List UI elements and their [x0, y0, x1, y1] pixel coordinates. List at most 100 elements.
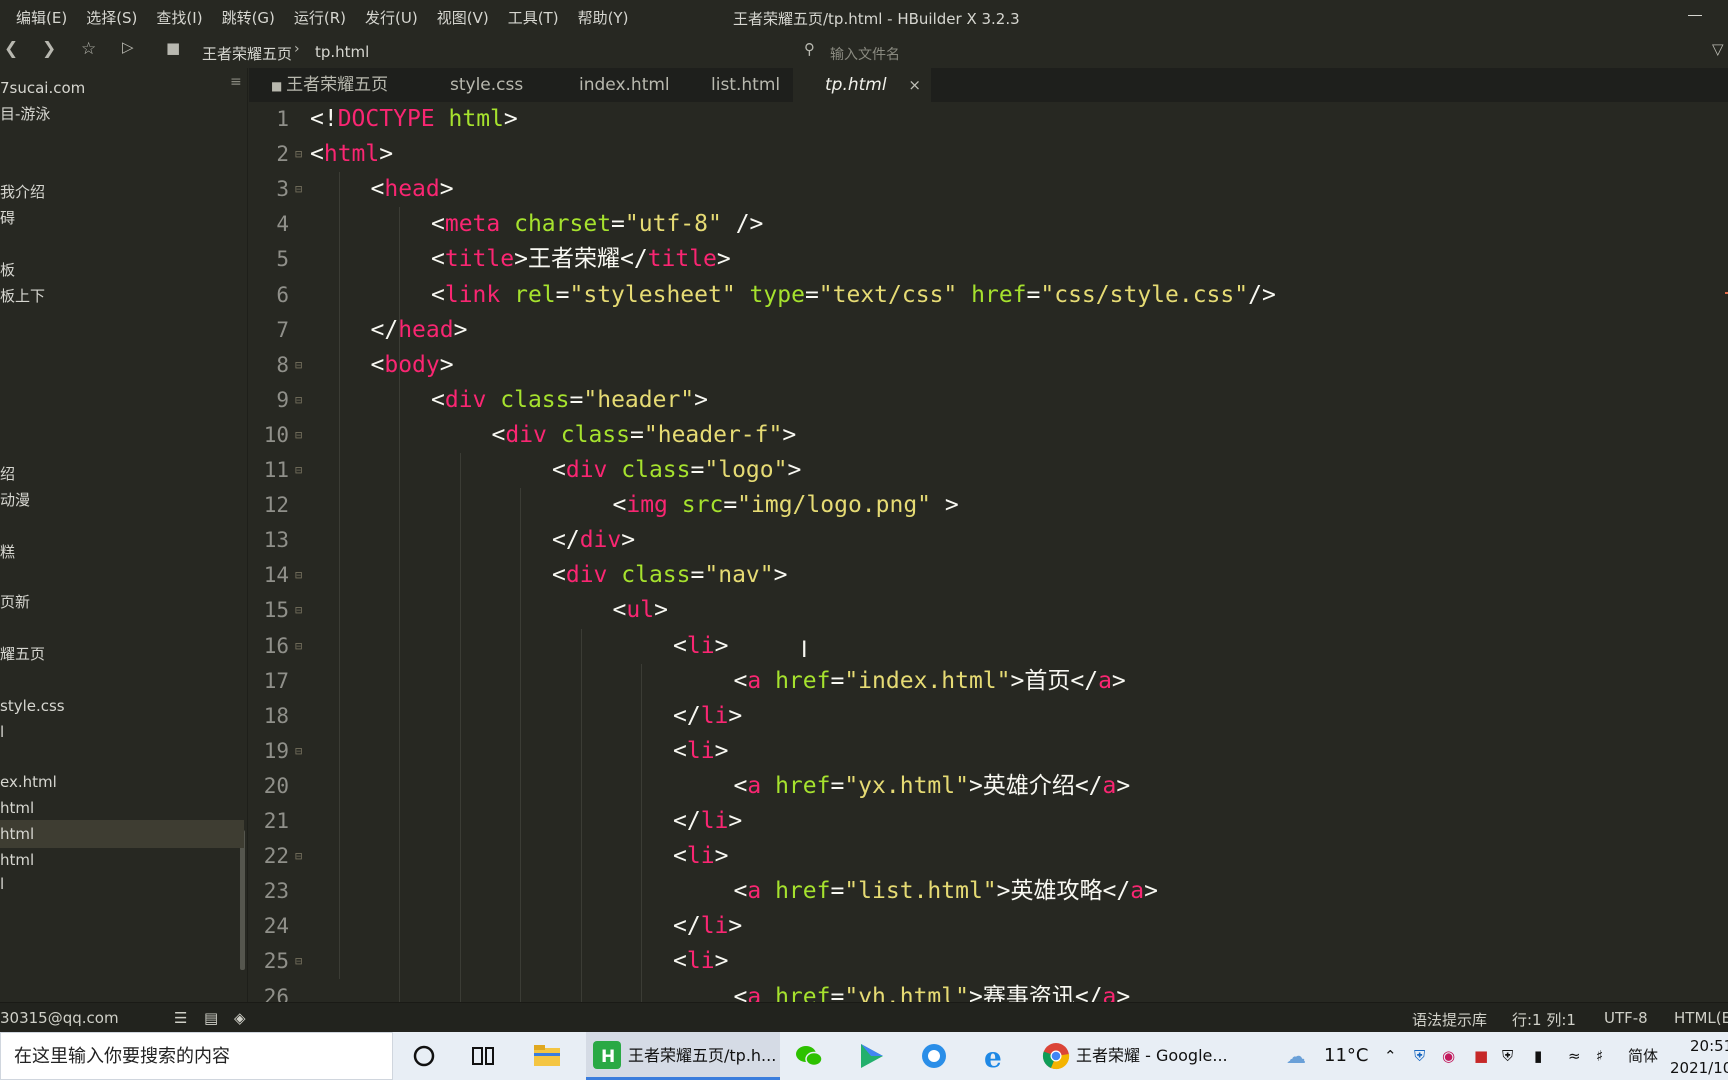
- sidebar-item[interactable]: 目-游泳: [0, 100, 244, 128]
- tray-nvidia-icon[interactable]: ■: [1474, 1032, 1488, 1080]
- code-line[interactable]: 22 ⊟ <li>: [249, 839, 1728, 874]
- sidebar-item[interactable]: 板上下: [0, 282, 244, 310]
- code-line[interactable]: 24 </li>: [249, 909, 1728, 944]
- menu-item[interactable]: 跳转(G): [222, 7, 275, 28]
- sidebar-item[interactable]: style.css: [0, 692, 244, 720]
- code-line[interactable]: 16 ⊟ <li>: [249, 629, 1728, 664]
- taskbar-search-input[interactable]: 在这里输入你要搜索的内容: [0, 1032, 393, 1080]
- file-explorer-icon[interactable]: [531, 1040, 563, 1072]
- code-line[interactable]: 25 ⊟ <li>: [249, 944, 1728, 979]
- taskbar-chrome[interactable]: 王者荣耀 - Google...: [1036, 1032, 1230, 1080]
- close-icon[interactable]: ×: [908, 68, 921, 102]
- encoding-label[interactable]: UTF-8: [1604, 1009, 1648, 1027]
- code-line[interactable]: 19 ⊟ <li>: [249, 734, 1728, 769]
- code-line[interactable]: 7 </head>: [249, 313, 1728, 348]
- weather-temp[interactable]: 11°C: [1324, 1032, 1368, 1080]
- code-line[interactable]: 11 ⊟ <div class="logo">: [249, 453, 1728, 488]
- star-icon[interactable]: ☆: [81, 41, 96, 58]
- ie-icon[interactable]: e: [980, 1040, 1012, 1072]
- menu-item[interactable]: 视图(V): [437, 7, 489, 28]
- filter-icon[interactable]: ▽: [1712, 42, 1724, 57]
- run-icon[interactable]: ▷: [122, 40, 134, 55]
- sidebar-item[interactable]: ex.html: [0, 768, 244, 796]
- code-line[interactable]: 17 <a href="index.html">首页</a>: [249, 664, 1728, 699]
- fold-toggle-icon[interactable]: ⊟: [295, 418, 302, 453]
- code-line[interactable]: 4 <meta charset="utf-8" />: [249, 207, 1728, 242]
- menu-item[interactable]: 帮助(Y): [578, 7, 629, 28]
- code-line[interactable]: 2 ⊟ <html>: [249, 137, 1728, 172]
- sidebar-item[interactable]: html: [0, 820, 244, 848]
- fold-toggle-icon[interactable]: ⊟: [295, 558, 302, 593]
- sidebar-item[interactable]: 耀五页: [0, 640, 244, 668]
- code-line[interactable]: 20 <a href="yx.html">英雄介绍</a>: [249, 769, 1728, 804]
- terminal-icon[interactable]: ▤: [204, 1009, 218, 1027]
- code-line[interactable]: 12 <img src="img/logo.png" >: [249, 488, 1728, 523]
- sidebar-item[interactable]: 糕: [0, 538, 244, 566]
- qq-browser-icon[interactable]: [918, 1040, 950, 1072]
- sidebar-item[interactable]: 板: [0, 256, 244, 284]
- battery-icon[interactable]: ▮: [1534, 1032, 1542, 1080]
- wifi-icon[interactable]: ≈: [1568, 1032, 1581, 1080]
- menu-item[interactable]: 查找(I): [156, 7, 202, 28]
- fold-toggle-icon[interactable]: ⊟: [295, 383, 302, 418]
- breadcrumb-file[interactable]: tp.html: [315, 43, 369, 61]
- fold-toggle-icon[interactable]: ⊟: [295, 172, 302, 207]
- tab-index-html[interactable]: index.html: [541, 68, 673, 102]
- taskbar-hbuilder[interactable]: H 王者荣耀五页/tp.h...: [586, 1032, 780, 1080]
- security-icon[interactable]: ⛨: [1414, 1032, 1425, 1080]
- menu-item[interactable]: 工具(T): [508, 7, 559, 28]
- tray-expand-icon[interactable]: ⌃: [1384, 1032, 1397, 1080]
- breadcrumb-project[interactable]: 王者荣耀五页: [202, 43, 292, 64]
- code-line[interactable]: 8 ⊟ <body>: [249, 348, 1728, 383]
- code-line[interactable]: 23 <a href="list.html">英雄攻略</a>: [249, 874, 1728, 909]
- code-line[interactable]: 18 </li>: [249, 699, 1728, 734]
- code-editor[interactable]: I 1 <!DOCTYPE html> 2 ⊟ <html> 3 ⊟ <head> 4 <meta…: [249, 102, 1728, 1002]
- media-player-icon[interactable]: [855, 1040, 887, 1072]
- menu-item[interactable]: 运行(R): [294, 7, 346, 28]
- sidebar-item[interactable]: l: [0, 718, 244, 746]
- fold-toggle-icon[interactable]: ⊟: [295, 629, 302, 664]
- sidebar-item[interactable]: html: [0, 794, 244, 822]
- fold-toggle-icon[interactable]: ⊟: [295, 839, 302, 874]
- fold-toggle-icon[interactable]: ⊟: [295, 348, 302, 383]
- preview-icon[interactable]: ◈: [234, 1009, 246, 1027]
- clock-date[interactable]: 2021/10: [1670, 1044, 1728, 1080]
- fold-toggle-icon[interactable]: ⊟: [295, 453, 302, 488]
- code-line[interactable]: 13 </div>: [249, 523, 1728, 558]
- tab--[interactable]: ■ 王者荣耀五页: [249, 68, 414, 102]
- code-line[interactable]: 1 <!DOCTYPE html>: [249, 102, 1728, 137]
- fold-toggle-icon[interactable]: ⊟: [295, 137, 302, 172]
- tray-app-icon[interactable]: ◉: [1442, 1032, 1455, 1080]
- code-line[interactable]: 9 ⊟ <div class="header">: [249, 383, 1728, 418]
- cursor-position[interactable]: 行:1 列:1: [1512, 1009, 1576, 1030]
- menu-item[interactable]: 编辑(E): [16, 7, 67, 28]
- tab-style-css[interactable]: style.css: [414, 68, 541, 102]
- code-line[interactable]: 14 ⊟ <div class="nav">: [249, 558, 1728, 593]
- sidebar-item[interactable]: l: [0, 870, 244, 898]
- outline-icon[interactable]: ☰: [174, 1009, 187, 1027]
- menu-item[interactable]: 发行(U): [365, 7, 418, 28]
- defender-icon[interactable]: ⛨: [1502, 1032, 1513, 1080]
- cortana-icon[interactable]: [408, 1040, 440, 1072]
- menu-item[interactable]: 选择(S): [86, 7, 137, 28]
- sidebar-item[interactable]: 绍: [0, 460, 244, 488]
- tab-list-html[interactable]: list.html: [673, 68, 793, 102]
- fold-toggle-icon[interactable]: ⊟: [295, 734, 302, 769]
- code-line[interactable]: 21 </li>: [249, 804, 1728, 839]
- account-label[interactable]: 30315@qq.com: [0, 1009, 119, 1027]
- task-view-icon[interactable]: [467, 1040, 499, 1072]
- code-line[interactable]: 3 ⊟ <head>: [249, 172, 1728, 207]
- code-line[interactable]: 26 <a href="yh.html">赛事资讯</a>: [249, 980, 1728, 1003]
- ime-label[interactable]: 简体: [1628, 1032, 1658, 1080]
- sidebar-item[interactable]: 7sucai.com: [0, 74, 244, 102]
- code-line[interactable]: 15 ⊟ <ul>: [249, 593, 1728, 628]
- tab-tp-html[interactable]: tp.html ×: [793, 68, 931, 102]
- code-line[interactable]: 6 <link rel="stylesheet" type="text/css" …: [249, 278, 1728, 313]
- sidebar-item[interactable]: 碍: [0, 204, 244, 232]
- forward-icon[interactable]: ❯: [42, 41, 56, 58]
- code-line[interactable]: 5 <title>王者荣耀</title>: [249, 242, 1728, 277]
- volume-icon[interactable]: ♯: [1596, 1032, 1603, 1080]
- sidebar-item[interactable]: 我介绍: [0, 178, 244, 206]
- fold-toggle-icon[interactable]: ⊟: [295, 593, 302, 628]
- minimize-icon[interactable]: [1688, 15, 1702, 16]
